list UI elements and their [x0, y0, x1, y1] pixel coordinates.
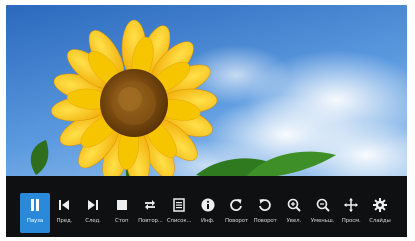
info-icon: [200, 197, 216, 213]
stop-icon: [114, 197, 130, 213]
repeat-button[interactable]: Повтор...: [136, 193, 165, 233]
playlist-label: Список...: [166, 218, 192, 224]
zoom-out-icon: [315, 197, 331, 213]
previous-label: Пред.: [56, 218, 73, 224]
pan-icon: [343, 197, 359, 213]
info-button[interactable]: Инф.: [193, 193, 222, 233]
list-icon: [171, 197, 187, 213]
rotate-right-icon: [228, 197, 244, 213]
repeat-icon: [142, 197, 158, 213]
stop-label: Стоп: [115, 218, 129, 224]
zoom-in-icon: [286, 197, 302, 213]
settings-icon: [372, 197, 388, 213]
playlist-button[interactable]: Список...: [165, 193, 194, 233]
zoom-in-button[interactable]: Увел.: [280, 193, 309, 233]
zoom-out-label: Уменьш.: [310, 218, 335, 224]
pause-icon: [27, 197, 43, 213]
info-label: Инф.: [201, 218, 215, 224]
rotate-left-button[interactable]: Поворот: [251, 193, 280, 233]
zoom-out-button[interactable]: Уменьш.: [308, 193, 337, 233]
slideshow-settings-button[interactable]: Слайды: [366, 193, 395, 233]
stop-button[interactable]: Стоп: [107, 193, 136, 233]
rotate-right-button[interactable]: Поворот: [222, 193, 251, 233]
skip-previous-icon: [56, 197, 72, 213]
slideshow-settings-label: Слайды: [369, 218, 391, 224]
previous-button[interactable]: Пред.: [50, 193, 79, 233]
slideshow-toolbar: Пауза Пред. След. Стоп Повтор... Список.…: [6, 176, 407, 237]
skip-next-icon: [85, 197, 101, 213]
repeat-label: Повтор...: [138, 218, 163, 224]
pause-button[interactable]: Пауза: [20, 193, 50, 233]
pan-label: Просм.: [341, 218, 361, 224]
next-button[interactable]: След.: [79, 193, 108, 233]
pause-label: Пауза: [26, 218, 44, 224]
zoom-in-label: Увел.: [286, 218, 302, 224]
rotate-left-label: Поворот: [253, 218, 277, 224]
rotate-right-label: Поворот: [224, 218, 248, 224]
rotate-left-icon: [257, 197, 273, 213]
next-label: След.: [85, 218, 101, 224]
pan-button[interactable]: Просм.: [337, 193, 366, 233]
